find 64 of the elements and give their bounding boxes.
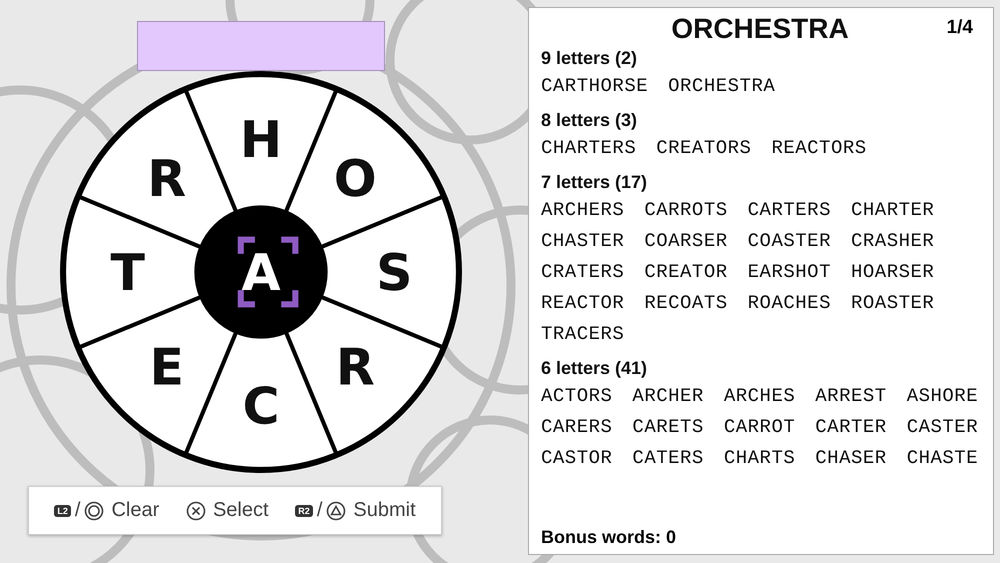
word: CHARTER — [850, 198, 934, 223]
cross-button-icon — [186, 500, 206, 520]
word: ORCHESTRA — [668, 74, 776, 99]
word: CHASER — [815, 446, 887, 471]
word: ROASTER — [850, 291, 934, 316]
word: CRASHER — [850, 229, 934, 254]
word: ARCHERS — [541, 198, 624, 223]
group-heading: 9 letters (2) — [541, 48, 638, 70]
page-indicator: 1/4 — [946, 17, 973, 39]
control-label: Select — [212, 499, 269, 522]
circle-button-icon — [84, 500, 104, 520]
word: RECOATS — [644, 291, 728, 316]
wheel-letter[interactable]: R — [147, 148, 186, 208]
word: ARREST — [815, 384, 887, 409]
word: CREATOR — [644, 260, 728, 285]
wheel-letter[interactable]: O — [334, 148, 377, 208]
group-heading: 7 letters (17) — [541, 172, 648, 194]
word: CHARTERS — [541, 136, 636, 161]
panel-title: ORCHESTRA — [671, 13, 849, 45]
separator: / — [74, 499, 80, 522]
separator: / — [316, 499, 322, 522]
word: CARERS — [541, 415, 612, 440]
bonus-words-count: Bonus words: 0 — [541, 527, 678, 548]
word: ARCHER — [632, 384, 704, 409]
word: CARTERS — [748, 198, 831, 223]
control-label: Submit — [353, 499, 416, 522]
trigger-badge: L2 — [54, 504, 71, 516]
control-label: Clear — [111, 499, 160, 522]
wheel-letter[interactable]: R — [336, 337, 375, 396]
word: CASTOR — [541, 446, 612, 471]
wheel-letter[interactable]: H — [240, 110, 282, 169]
group-heading: 8 letters (3) — [541, 110, 638, 132]
word: EARSHOT — [748, 260, 831, 285]
word: CATERS — [632, 446, 704, 471]
word: COASTER — [748, 229, 831, 254]
word: ROACHES — [748, 291, 831, 316]
word: CASTER — [906, 415, 978, 440]
word: REACTORS — [771, 136, 867, 161]
word: COARSER — [644, 229, 728, 254]
word: CARETS — [632, 415, 704, 440]
word: CARTER — [815, 415, 887, 440]
word: CREATORS — [656, 136, 752, 161]
wheel-letter[interactable]: S — [376, 243, 412, 302]
word: ASHORE — [906, 384, 978, 409]
word: ARCHES — [724, 384, 796, 409]
word: HOARSER — [850, 260, 934, 285]
group-heading: 6 letters (41) — [541, 358, 648, 380]
center-tile[interactable] — [196, 207, 326, 337]
word: ACTORS — [541, 384, 612, 409]
wheel-letter[interactable]: C — [242, 376, 280, 436]
word: TRACERS — [541, 322, 624, 347]
word: REACTOR — [541, 291, 624, 316]
word: CARROTS — [644, 198, 728, 223]
trigger-badge: R2 — [295, 504, 313, 516]
triangle-button-icon — [326, 500, 346, 520]
word: CARTHORSE — [541, 74, 648, 99]
word: CRATERS — [541, 260, 624, 285]
word: CHARTS — [724, 446, 796, 471]
wheel-letter[interactable]: T — [110, 243, 145, 302]
word: CARROT — [724, 415, 796, 440]
wheel-letter[interactable]: E — [149, 337, 184, 396]
center-letter[interactable]: A — [241, 243, 281, 302]
word: CHASTER — [541, 229, 624, 254]
word: CHASTE — [906, 446, 978, 471]
